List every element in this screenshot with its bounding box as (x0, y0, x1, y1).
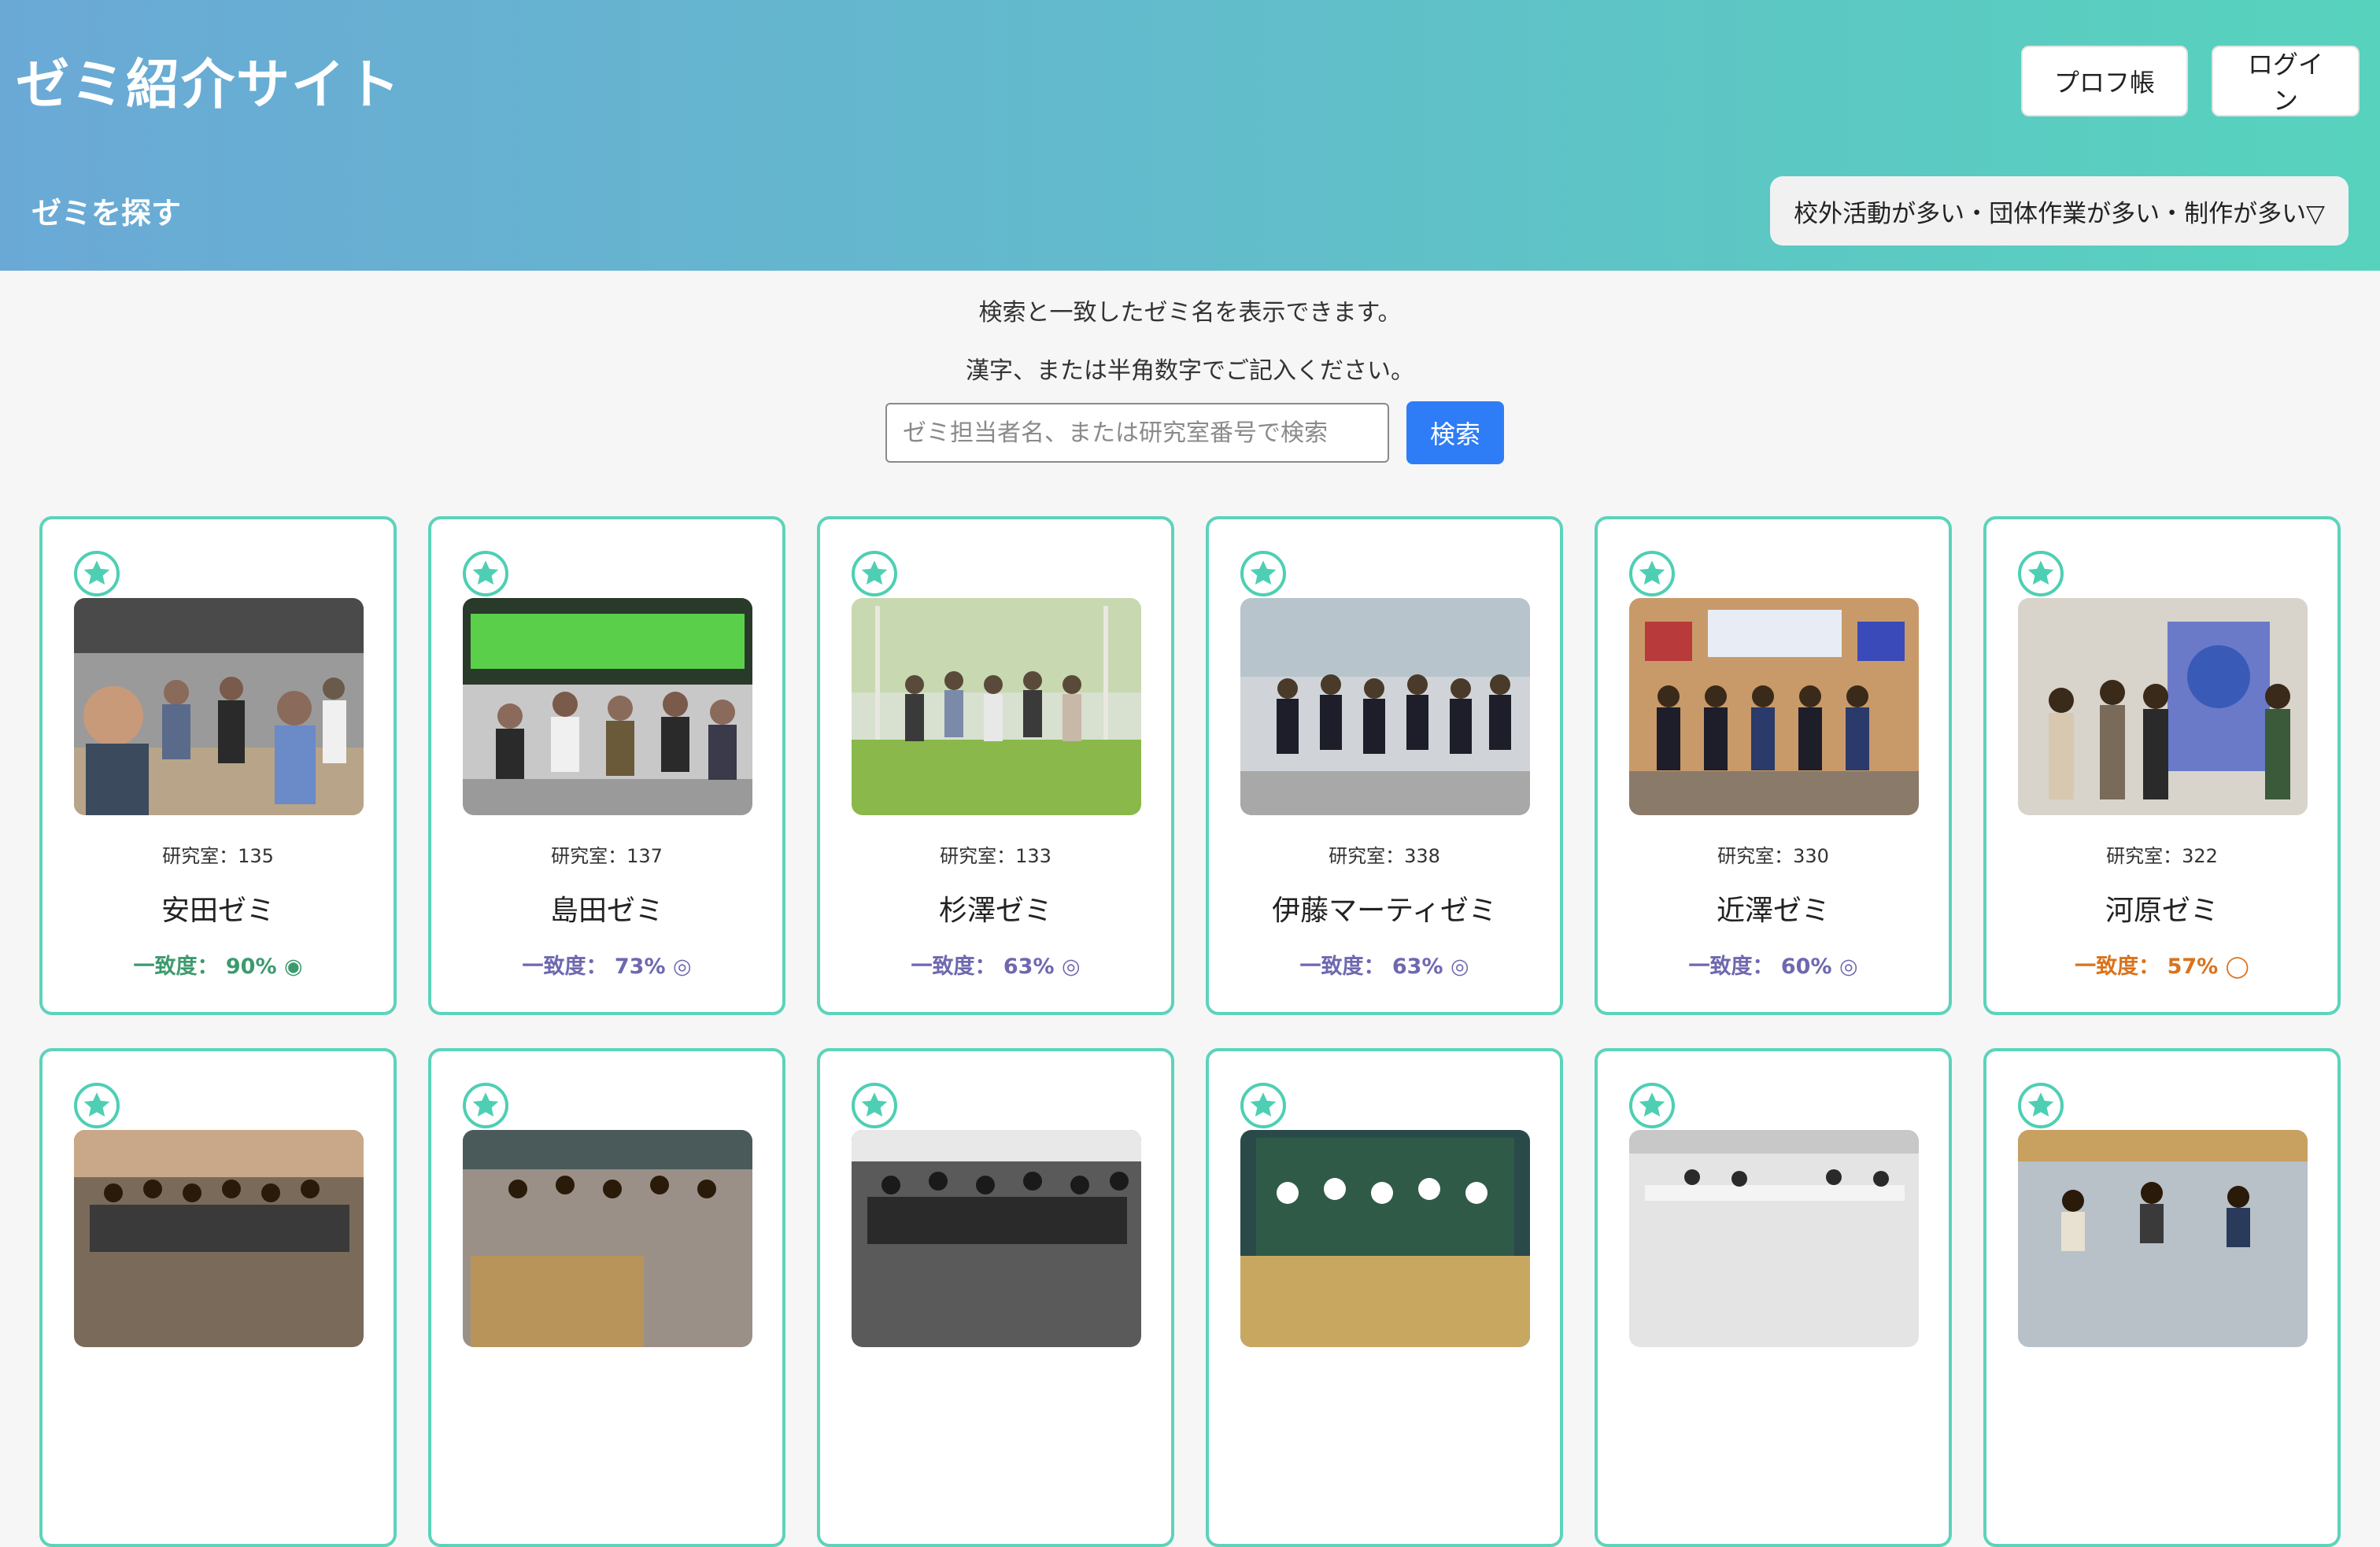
zemi-photo (1629, 1130, 1919, 1347)
favorite-star-icon[interactable] (2018, 551, 2064, 596)
favorite-star-icon[interactable] (1240, 551, 1286, 596)
match-symbol-icon: ◎ (672, 954, 692, 979)
zemi-card[interactable] (428, 1048, 785, 1547)
search-row: 検索 (5, 401, 2380, 464)
favorite-star-icon[interactable] (1629, 551, 1675, 596)
lab-number: 研究室：137 (551, 845, 663, 867)
site-header: ゼミ紹介サイト プロフ帳 ログイン ゼミを探す 校外活動が多い・団体作業が多い・… (0, 0, 2380, 271)
zemi-name: 近澤ゼミ (1716, 895, 1830, 927)
lab-number: 研究室：330 (1717, 845, 1829, 867)
search-area: 検索と一致したゼミ名を表示できます。 漢字、または半角数字でご記入ください。 検… (0, 271, 2380, 464)
match-score: 一致度： 90% ◉ (42, 949, 394, 980)
zemi-card[interactable] (39, 1048, 397, 1547)
zemi-photo (1240, 1130, 1530, 1347)
lab-number: 研究室：135 (162, 845, 274, 867)
zemi-card[interactable] (1983, 1048, 2341, 1547)
match-label: 一致度： (2075, 954, 2160, 979)
zemi-card[interactable] (1206, 1048, 1563, 1547)
zemi-photo (852, 598, 1141, 815)
lab-number: 研究室：322 (2106, 845, 2218, 867)
favorite-star-icon[interactable] (463, 1083, 508, 1128)
zemi-card[interactable]: 研究室：338 伊藤マーティゼミ 一致度： 63% ◎ (1206, 516, 1563, 1015)
zemi-card[interactable]: 研究室：322 河原ゼミ 一致度： 57% ◯ (1983, 516, 2341, 1015)
match-symbol-icon: ◉ (283, 954, 303, 979)
match-score: 一致度： 63% ◎ (820, 949, 1171, 980)
zemi-photo (2018, 1130, 2308, 1347)
zemi-card[interactable] (817, 1048, 1174, 1547)
match-value: 63% (1391, 954, 1443, 979)
profile-book-button[interactable]: プロフ帳 (2021, 46, 2188, 116)
zemi-photo (463, 598, 752, 815)
zemi-name: 杉澤ゼミ (938, 895, 1052, 927)
match-score: 一致度： 57% ◯ (1986, 949, 2338, 980)
zemi-photo (74, 598, 364, 815)
search-input[interactable] (885, 403, 1389, 463)
zemi-card-grid: 研究室：135 安田ゼミ 一致度： 90% ◉ 研究室：137 島田ゼミ 一致度… (39, 516, 2341, 1547)
zemi-card[interactable]: 研究室：133 杉澤ゼミ 一致度： 63% ◎ (817, 516, 1174, 1015)
favorite-star-icon[interactable] (74, 1083, 120, 1128)
match-score: 一致度： 63% ◎ (1209, 949, 1560, 980)
zemi-name: 島田ゼミ (549, 895, 663, 927)
zemi-card[interactable] (1595, 1048, 1952, 1547)
zemi-photo (1240, 598, 1530, 815)
match-label: 一致度： (911, 954, 996, 979)
zemi-card[interactable]: 研究室：330 近澤ゼミ 一致度： 60% ◎ (1595, 516, 1952, 1015)
match-symbol-icon: ◎ (1061, 954, 1081, 979)
lab-number: 研究室：338 (1329, 845, 1440, 867)
filter-dropdown[interactable]: 校外活動が多い・団体作業が多い・制作が多い▽ (1770, 176, 2349, 246)
search-button[interactable]: 検索 (1406, 401, 1504, 464)
zemi-name: 河原ゼミ (2105, 895, 2219, 927)
favorite-star-icon[interactable] (463, 551, 508, 596)
zemi-photo (2018, 598, 2308, 815)
zemi-name: 安田ゼミ (161, 895, 275, 927)
match-label: 一致度： (1688, 954, 1774, 979)
favorite-star-icon[interactable] (1240, 1083, 1286, 1128)
zemi-card[interactable]: 研究室：135 安田ゼミ 一致度： 90% ◉ (39, 516, 397, 1015)
match-score: 一致度： 60% ◎ (1598, 949, 1949, 980)
search-info-line-2: 漢字、または半角数字でご記入ください。 (966, 357, 1414, 385)
match-label: 一致度： (133, 954, 219, 979)
top-buttons: プロフ帳 ログイン (2021, 46, 2360, 116)
login-button[interactable]: ログイン (2212, 46, 2360, 116)
search-info-line-1: 検索と一致したゼミ名を表示できます。 (978, 299, 1402, 327)
lab-number: 研究室：133 (940, 845, 1051, 867)
zemi-photo (463, 1130, 752, 1347)
zemi-photo (74, 1130, 364, 1347)
match-value: 63% (1003, 954, 1055, 979)
zemi-photo (1629, 598, 1919, 815)
favorite-star-icon[interactable] (852, 1083, 897, 1128)
match-label: 一致度： (522, 954, 608, 979)
favorite-star-icon[interactable] (1629, 1083, 1675, 1128)
match-label: 一致度： (1299, 954, 1385, 979)
favorite-star-icon[interactable] (2018, 1083, 2064, 1128)
match-score: 一致度： 73% ◎ (431, 949, 782, 980)
match-value: 73% (614, 954, 666, 979)
match-symbol-icon: ◎ (1450, 954, 1469, 979)
match-value: 57% (2167, 954, 2219, 979)
zemi-card[interactable]: 研究室：137 島田ゼミ 一致度： 73% ◎ (428, 516, 785, 1015)
favorite-star-icon[interactable] (852, 551, 897, 596)
section-title: ゼミを探す (31, 196, 182, 231)
match-value: 60% (1780, 954, 1832, 979)
zemi-photo (852, 1130, 1141, 1347)
match-symbol-icon: ◯ (2225, 954, 2249, 979)
zemi-name: 伊藤マーティゼミ (1272, 895, 1497, 927)
match-symbol-icon: ◎ (1839, 954, 1858, 979)
favorite-star-icon[interactable] (74, 551, 120, 596)
site-title[interactable]: ゼミ紹介サイト (16, 41, 401, 119)
match-value: 90% (225, 954, 277, 979)
